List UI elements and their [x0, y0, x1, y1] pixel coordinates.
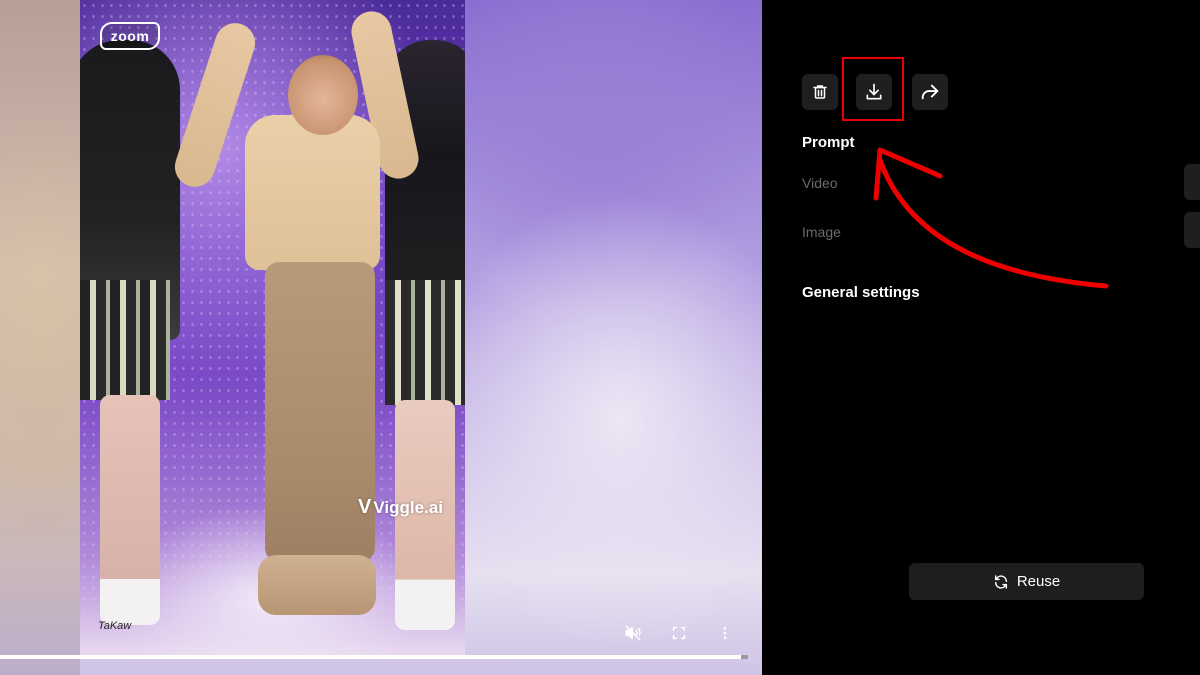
more-vertical-icon[interactable] [712, 620, 738, 646]
refresh-icon [994, 574, 1007, 589]
viggle-watermark-text: Viggle.ai [373, 497, 443, 517]
main-dancer-sweater [245, 115, 380, 270]
video-progress-fill [0, 655, 741, 659]
video-progress-bar[interactable] [0, 655, 748, 659]
dancer-right-skirt [385, 280, 465, 405]
reuse-label: Reuse [1016, 573, 1061, 590]
video-player[interactable]: zoom V Viggle.ai TaKaw [0, 0, 762, 675]
zoom-logo: zoom [100, 22, 160, 50]
video-thumbnail-tab[interactable] [1184, 164, 1200, 200]
general-settings-title: General settings [802, 284, 920, 301]
blurred-background-left [0, 0, 80, 675]
video-controls [620, 620, 738, 646]
dancer-left-legs [100, 395, 160, 625]
delete-button[interactable] [802, 74, 838, 110]
viggle-logo-icon: V [358, 496, 372, 518]
main-dancer-head [288, 55, 358, 135]
dancer-left-skirt [80, 280, 170, 400]
download-highlight-box [842, 57, 904, 121]
details-panel: Prompt Video Image General settings Reus… [762, 0, 1200, 675]
volume-muted-icon[interactable] [620, 620, 646, 646]
signature-watermark: TaKaw [98, 620, 132, 632]
reuse-button[interactable]: Reuse [909, 563, 1144, 600]
image-label: Image [802, 224, 841, 240]
share-icon [921, 84, 939, 100]
prompt-title: Prompt [802, 134, 855, 151]
share-button[interactable] [912, 74, 948, 110]
main-dancer-feet [258, 555, 376, 615]
viggle-watermark: V Viggle.ai [358, 496, 443, 519]
video-frame [80, 0, 465, 655]
trash-icon [813, 85, 827, 99]
image-thumbnail-tab[interactable] [1184, 212, 1200, 248]
video-label: Video [802, 175, 838, 191]
fullscreen-icon[interactable] [666, 620, 692, 646]
